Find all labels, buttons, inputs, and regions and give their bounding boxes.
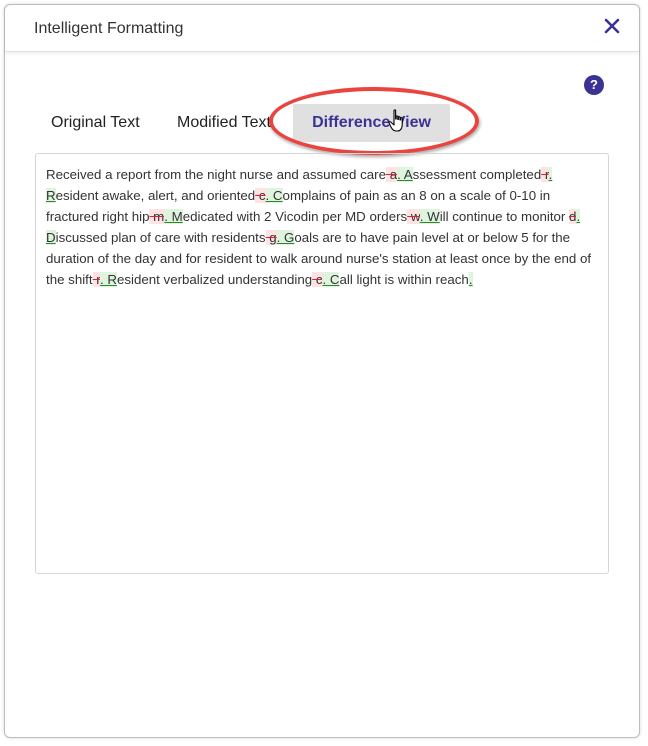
deleted-segment: w — [407, 209, 420, 224]
inserted-segment: . W — [419, 209, 440, 224]
inserted-segment: . R — [99, 272, 117, 287]
inserted-segment: R — [46, 188, 56, 203]
unchanged-segment: Received a report from the night nurse a… — [46, 167, 386, 182]
unchanged-segment: ill continue to monitor — [439, 209, 570, 224]
inserted-segment: . G — [276, 230, 295, 245]
tab-modified-text[interactable]: Modified Text — [177, 104, 271, 142]
deleted-segment: r — [541, 167, 549, 182]
unchanged-segment: esident awake, alert, and oriented — [55, 188, 256, 203]
unchanged-segment: iscussed plan of care with residents — [55, 230, 266, 245]
inserted-segment: . — [468, 272, 473, 287]
difference-view-text[interactable]: Received a report from the night nurse a… — [35, 153, 609, 574]
unchanged-segment: esident verbalized understanding — [116, 272, 313, 287]
inserted-segment: . A — [397, 167, 413, 182]
unchanged-segment: edicated with 2 Vicodin per MD orders — [182, 209, 408, 224]
inserted-segment: . — [548, 167, 553, 182]
dialog-header: Intelligent Formatting — [5, 5, 639, 52]
help-icon[interactable]: ? — [584, 75, 604, 95]
unchanged-segment: all light is within reach — [339, 272, 469, 287]
deleted-segment: r — [92, 272, 100, 287]
deleted-segment: c — [255, 188, 266, 203]
intelligent-formatting-dialog: Intelligent Formatting ? Original Text M… — [4, 4, 640, 738]
deleted-segment: m — [149, 209, 165, 224]
unchanged-segment: ssessment completed — [412, 167, 542, 182]
tab-difference-view[interactable]: Difference View — [293, 104, 450, 142]
tab-original-text[interactable]: Original Text — [51, 104, 140, 142]
deleted-segment: c — [312, 272, 323, 287]
hand-cursor-icon — [388, 109, 408, 133]
deleted-segment: a — [386, 167, 398, 182]
inserted-segment: . C — [265, 188, 283, 203]
inserted-segment: . C — [322, 272, 340, 287]
inserted-segment: . M — [164, 209, 183, 224]
deleted-segment: g — [265, 230, 277, 245]
close-icon[interactable] — [601, 15, 623, 37]
dialog-title: Intelligent Formatting — [34, 20, 184, 37]
